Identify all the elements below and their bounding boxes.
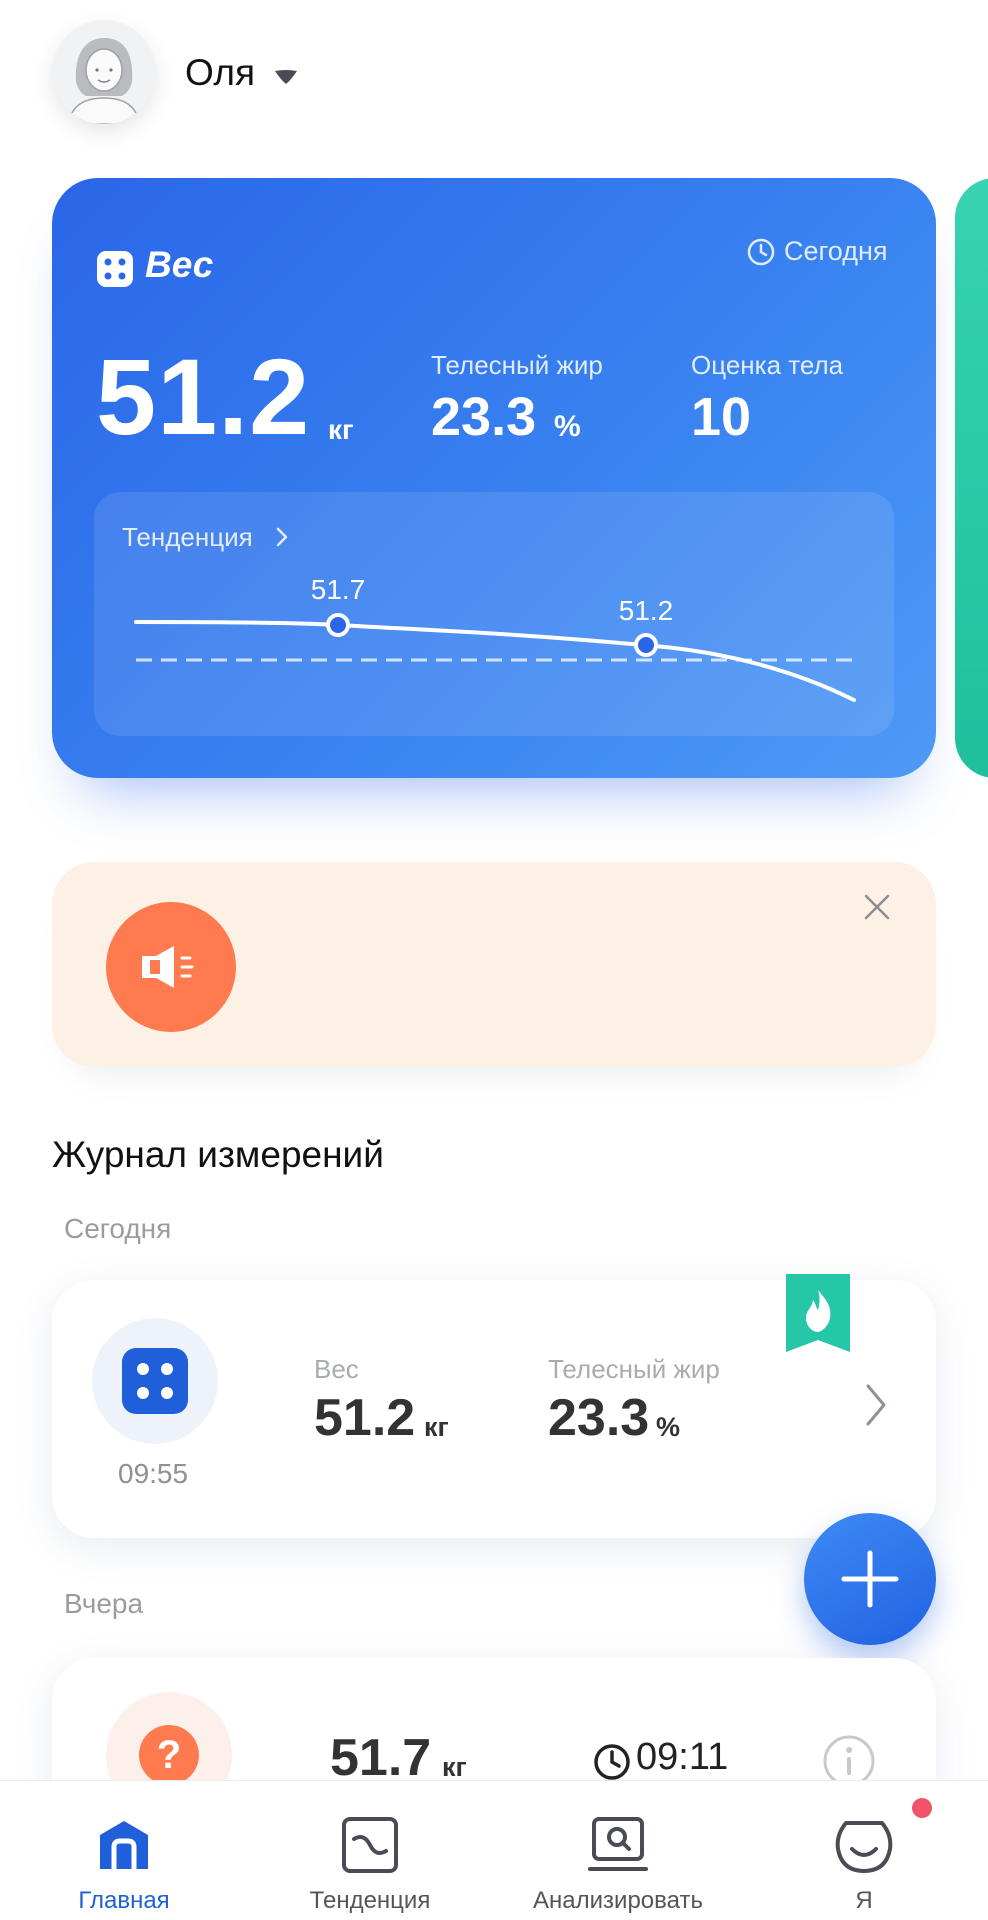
user-avatar[interactable] — [52, 20, 156, 124]
plus-icon — [841, 1550, 899, 1608]
trend-sparkline: 51.7 51.2 — [134, 574, 856, 702]
body-fat-value: 23.3 — [431, 387, 537, 447]
next-card-peek[interactable] — [955, 178, 988, 778]
body-fat-unit: % — [554, 410, 581, 443]
weight-card[interactable]: Вес Сегодня 51.2 кг Телесный жир 23.3 % … — [52, 178, 936, 778]
trend-point — [326, 613, 350, 637]
nav-label: Я — [855, 1887, 873, 1914]
entry-fat-label: Телесный жир — [548, 1354, 720, 1384]
entry-time: 09:55 — [118, 1458, 189, 1489]
body-score-value: 10 — [691, 387, 752, 447]
weight-unit: кг — [328, 414, 354, 445]
body-score-label: Оценка тела — [691, 350, 844, 380]
clock-icon — [594, 1744, 630, 1780]
body-fat-label: Телесный жир — [431, 350, 603, 380]
user-name[interactable]: Оля — [185, 52, 255, 94]
nav-label: Анализировать — [533, 1887, 703, 1914]
nav-label: Главная — [78, 1887, 170, 1914]
notice-banner[interactable] — [52, 862, 936, 1067]
megaphone-icon — [142, 946, 194, 988]
add-measurement-button[interactable] — [804, 1513, 936, 1645]
trend-point — [634, 633, 658, 657]
entry-fat-value: 23.3 — [548, 1389, 650, 1447]
unknown-user-icon: ? — [139, 1725, 199, 1785]
entry-fat-unit: % — [656, 1412, 681, 1442]
section-title: Журнал измерений — [52, 1134, 384, 1175]
nav-item-home[interactable]: Главная — [24, 1781, 224, 1920]
trend-icon — [342, 1817, 398, 1873]
trend-panel[interactable]: Тенденция 51.7 51.2 — [94, 492, 894, 736]
profile-icon — [835, 1821, 893, 1873]
flame-badge-icon — [786, 1274, 850, 1352]
nav-label: Тенденция — [309, 1887, 431, 1914]
date-label: Сегодня — [784, 236, 888, 266]
avatar-illustration — [52, 20, 156, 124]
nav-item-trend[interactable]: Тенденция — [270, 1781, 470, 1920]
trend-point-label: 51.7 — [311, 574, 366, 605]
close-icon[interactable] — [862, 892, 892, 922]
trend-point-label: 51.2 — [619, 595, 674, 626]
measurement-entry[interactable]: 09:55 Вес 51.2 кг Телесный жир 23.3 % — [52, 1274, 936, 1538]
analyze-icon — [588, 1817, 648, 1871]
clock-icon — [747, 238, 775, 266]
date-group-label: Вчера — [64, 1588, 144, 1619]
announcement-icon-wrap — [106, 902, 236, 1032]
card-title: Вес — [145, 244, 214, 285]
entry-time: 09:11 — [636, 1736, 729, 1778]
chevron-right-icon[interactable] — [864, 1382, 888, 1428]
entry-weight-value: 51.2 — [314, 1389, 416, 1447]
home-icon — [100, 1821, 148, 1869]
notification-dot — [912, 1798, 932, 1818]
nav-item-profile[interactable]: Я — [764, 1781, 964, 1920]
scale-icon — [122, 1348, 188, 1414]
nav-item-analyze[interactable]: Анализировать — [518, 1781, 718, 1920]
entry-weight-value: 51.7 — [330, 1729, 432, 1787]
entry-weight-unit: кг — [424, 1412, 449, 1442]
entry-icon-wrap — [92, 1318, 218, 1444]
entry-weight-unit: кг — [442, 1752, 467, 1782]
bottom-navigation: Главная Тенденция Анализировать Я — [0, 1780, 988, 1920]
date-group-label: Сегодня — [64, 1213, 172, 1244]
scale-icon — [97, 251, 133, 287]
chevron-down-icon[interactable] — [273, 68, 299, 86]
entry-weight-label: Вес — [314, 1354, 359, 1384]
weight-value: 51.2 — [96, 336, 311, 457]
